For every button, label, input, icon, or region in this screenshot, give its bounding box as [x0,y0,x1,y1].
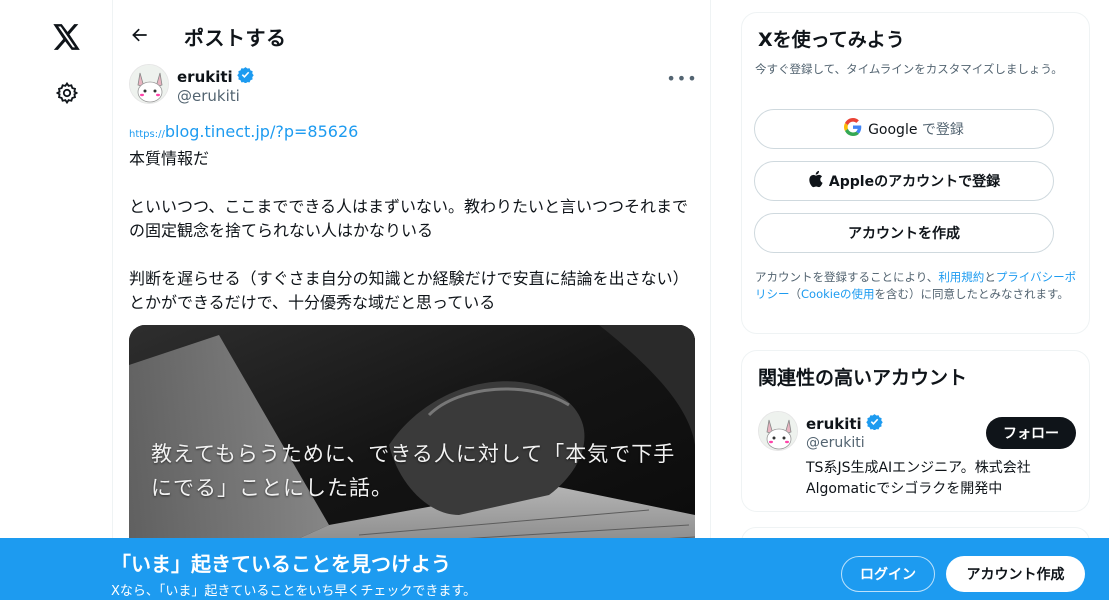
follow-button[interactable]: フォロー [986,417,1076,449]
google-signup-button[interactable]: Google で登録 [754,109,1054,149]
avatar[interactable] [758,411,798,451]
related-accounts-card: 関連性の高いアカウント erukiti @erukiti TS系JS生成AIエン… [741,350,1090,512]
post-author: erukiti @erukiti ••• [129,64,697,108]
related-account-name[interactable]: erukiti [806,413,883,434]
verified-badge-icon [865,413,883,434]
post-text: https://blog.tinect.jp/?p=85626 本質情報だ とい… [129,120,697,315]
terms-text: アカウントを登録することにより、利用規約とプライバシーポリシー（Cookieの使… [755,270,1077,301]
back-arrow-icon[interactable] [127,22,153,48]
post-paragraph-3: 判断を遅らせる（すぐさま自分の知識とか経験だけで安直に結論を出さない）とかができ… [129,269,689,312]
verified-badge-icon [236,66,254,87]
more-options-icon[interactable]: ••• [666,66,696,90]
apple-signup-button[interactable]: Appleのアカウントで登録 [754,161,1054,201]
signup-card: Xを使ってみよう 今すぐ登録して、タイムラインをカスタマイズしましょう。 Goo… [741,12,1090,334]
author-handle[interactable]: @erukiti [177,87,240,105]
post-media-card[interactable]: 教えてもらうために、できる人に対して「本気で下手にでる」ことにした話。 [129,325,695,565]
page-title: ポストする [184,26,287,50]
create-account-button[interactable]: アカウントを作成 [754,213,1054,253]
author-name[interactable]: erukiti [177,66,254,87]
x-logo-icon[interactable] [50,20,84,54]
post-paragraph-2: といいつつ、ここまでできる人はまずいない。教わりたいと言いつつそれまでの固定観念… [129,197,689,240]
left-navigation [0,0,112,600]
google-icon [844,118,862,140]
signup-card-subtitle: 今すぐ登録して、タイムラインをカスタマイズしましょう。 [755,62,1063,76]
cookie-link[interactable]: Cookieの使用 [801,287,875,301]
related-accounts-title: 関連性の高いアカウント [758,367,968,389]
apple-icon [808,170,823,192]
signup-button[interactable]: アカウント作成 [946,556,1085,592]
login-button[interactable]: ログイン [841,556,935,592]
related-account-item[interactable]: erukiti @erukiti TS系JS生成AIエンジニア。株式会社Algo… [758,411,1076,501]
terms-link[interactable]: 利用規約 [938,270,984,284]
related-account-handle: @erukiti [806,435,865,451]
post-paragraph-1: 本質情報だ [129,149,210,168]
banner-subtitle: Xなら、「いま」起きていることをいち早くチェックできます。 [111,584,477,599]
post-header: ポストする [113,0,710,72]
related-account-bio: TS系JS生成AIエンジニア。株式会社Algomaticでシゴラクを開発中 [806,460,1031,497]
signup-card-title: Xを使ってみよう [758,29,905,51]
login-banner: 「いま」起きていることを見つけよう Xなら、「いま」起きていることをいち早くチェ… [0,538,1109,600]
post-link[interactable]: https://blog.tinect.jp/?p=85626 [129,120,697,147]
main-column: ポストする erukiti @erukiti ••• https://blog.… [112,0,711,600]
avatar[interactable] [129,64,169,104]
gear-icon[interactable] [50,76,84,110]
media-caption: 教えてもらうために、できる人に対して「本気で下手にでる」ことにした話。 [151,442,676,500]
banner-title: 「いま」起きていることを見つけよう [111,552,451,576]
right-sidebar: Xを使ってみよう 今すぐ登録して、タイムラインをカスタマイズしましょう。 Goo… [741,0,1090,600]
